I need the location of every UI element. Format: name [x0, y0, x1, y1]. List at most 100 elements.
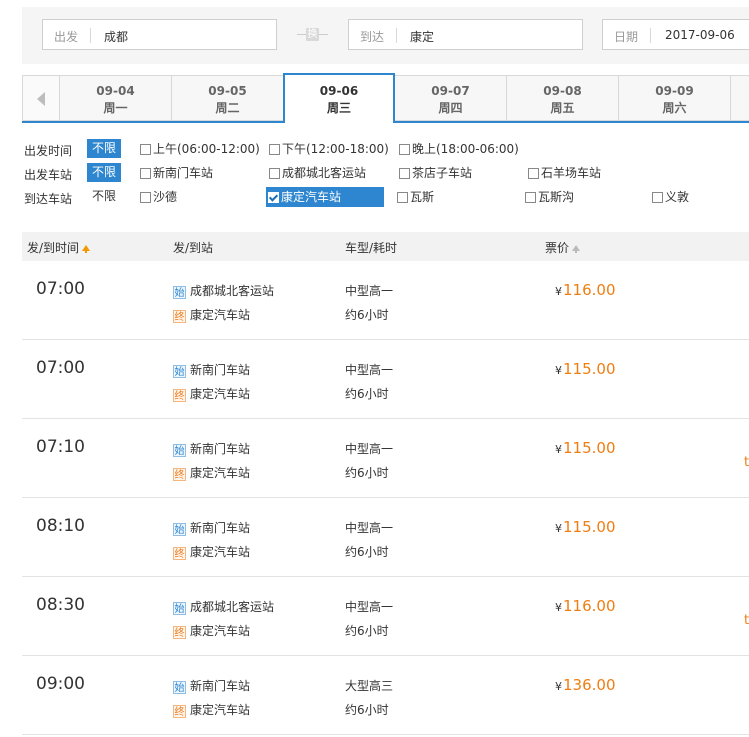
sort-by-time-header[interactable]: 发/到时间 — [27, 239, 91, 256]
prev-dates-button[interactable] — [22, 75, 60, 121]
start-badge-icon: 始 — [173, 602, 186, 615]
bus-type: 中型高一 — [345, 363, 394, 377]
bus-header: 车型/耗时 — [345, 241, 398, 255]
ticket-price: ¥115.00 — [555, 360, 616, 378]
checkbox-icon[interactable] — [397, 192, 408, 203]
filter-option-wasigou[interactable]: 瓦斯沟 — [525, 189, 574, 205]
filter-option-wasi[interactable]: 瓦斯 — [397, 189, 434, 205]
station-name: 新南门车站 — [190, 442, 251, 456]
filter-all-option[interactable]: 不限 — [87, 187, 121, 206]
option-label: 康定汽车站 — [281, 190, 342, 204]
table-row[interactable]: 07:00 始新南门车站终康定汽车站 中型高一 约6小时 ¥115.00 — [22, 340, 749, 419]
tab-weekday: 周一 — [103, 101, 128, 115]
chevron-left-icon — [37, 92, 45, 106]
tab-date: 09-04 — [96, 84, 135, 98]
ticket-price: ¥116.00 — [555, 281, 616, 299]
checkbox-icon[interactable] — [525, 192, 536, 203]
tab-date-0907[interactable]: 09-07 周四 — [395, 75, 507, 121]
search-bar: 出发 成都 换 到达 康定 日期 2017-09-06 — [22, 7, 749, 64]
checkbox-icon[interactable] — [528, 168, 539, 179]
checkbox-icon[interactable] — [140, 192, 151, 203]
checkbox-checked-icon[interactable] — [268, 192, 279, 203]
from-city-field[interactable]: 出发 成都 — [42, 19, 277, 50]
end-badge-icon: 终 — [173, 310, 186, 323]
filter-option-shiyangchang[interactable]: 石羊场车站 — [528, 165, 601, 181]
filter-option-yidun[interactable]: 义敦 — [652, 189, 689, 205]
filter-option-morning[interactable]: 上午(06:00-12:00) — [140, 141, 260, 157]
from-label: 出发 — [54, 30, 79, 44]
date-tabs: 09-04 周一 09-05 周二 09-06 周三 09-07 周四 09-0… — [22, 73, 749, 123]
bus-type: 中型高一 — [345, 600, 394, 614]
tab-weekday: 周二 — [215, 101, 240, 115]
checkbox-icon[interactable] — [140, 144, 151, 155]
filter-option-shade[interactable]: 沙德 — [140, 189, 177, 205]
option-label: 沙德 — [153, 190, 178, 204]
from-station[interactable]: 始新南门车站 — [173, 519, 250, 536]
to-station[interactable]: 终康定汽车站 — [173, 622, 250, 639]
end-badge-icon: 终 — [173, 547, 186, 560]
tab-date-0906[interactable]: 09-06 周三 — [283, 73, 395, 123]
depart-time: 08:10 — [36, 516, 85, 536]
table-row[interactable]: 08:30 始成都城北客运站终康定汽车站 中型高一约6小时 ¥116.00 ti — [22, 577, 749, 656]
filter-option-evening[interactable]: 晚上(18:00-06:00) — [399, 141, 519, 157]
filter-depart-time: 出发时间 不限 上午(06:00-12:00) 下午(12:00-18:00) … — [24, 139, 749, 159]
to-station[interactable]: 终康定汽车站 — [173, 306, 250, 323]
tab-date: 09-07 — [431, 84, 470, 98]
tab-date-0905[interactable]: 09-05 周二 — [172, 75, 284, 121]
swap-cities-button[interactable]: 换 — [297, 28, 328, 42]
to-station[interactable]: 终康定汽车站 — [173, 543, 250, 560]
from-station[interactable]: 始新南门车站 — [173, 677, 250, 694]
tab-date-0904[interactable]: 09-04 周一 — [60, 75, 172, 121]
station-header: 发/到站 — [173, 241, 214, 255]
checkbox-icon[interactable] — [399, 144, 410, 155]
tab-date-0908[interactable]: 09-08 周五 — [507, 75, 619, 121]
filter-label: 出发车站 — [24, 168, 73, 182]
currency-symbol: ¥ — [555, 364, 562, 377]
date-field[interactable]: 日期 2017-09-06 — [602, 19, 749, 50]
start-badge-icon: 始 — [173, 681, 186, 694]
from-station[interactable]: 始成都城北客运站 — [173, 282, 274, 299]
checkbox-icon[interactable] — [269, 168, 280, 179]
filter-label: 到达车站 — [24, 192, 73, 206]
to-city-value[interactable]: 康定 — [410, 28, 434, 45]
filter-all-option[interactable]: 不限 — [87, 139, 121, 158]
from-city-value[interactable]: 成都 — [104, 28, 128, 45]
filter-all-option[interactable]: 不限 — [87, 163, 121, 182]
checkbox-icon[interactable] — [140, 168, 151, 179]
tab-date: 09-05 — [208, 84, 247, 98]
table-row[interactable]: 08:10 始新南门车站终康定汽车站 中型高一 约6小时 ¥115.00 — [22, 498, 749, 577]
price-value: 115.00 — [563, 518, 616, 536]
filter-option-afternoon[interactable]: 下午(12:00-18:00) — [269, 141, 389, 157]
from-station[interactable]: 始新南门车站 — [173, 361, 250, 378]
tab-weekday: 周四 — [438, 101, 463, 115]
divider — [396, 28, 397, 43]
filter-option-chengbei[interactable]: 成都城北客运站 — [269, 165, 366, 181]
depart-time: 07:10 — [36, 437, 85, 457]
table-row[interactable]: 07:00 始成都城北客运站终康定汽车站 中型高一 约6小时 ¥116.00 — [22, 261, 749, 340]
option-label: 义敦 — [665, 190, 690, 204]
checkbox-icon[interactable] — [269, 144, 280, 155]
swap-arrow-left-icon — [297, 34, 306, 35]
checkbox-icon[interactable] — [652, 192, 663, 203]
filter-option-kangding[interactable]: 康定汽车站 — [266, 187, 384, 207]
filter-option-xinnanmen[interactable]: 新南门车站 — [140, 165, 213, 181]
from-station[interactable]: 始成都城北客运站 — [173, 598, 274, 615]
start-badge-icon: 始 — [173, 365, 186, 378]
station-name: 康定汽车站 — [190, 624, 251, 638]
tab-date-next[interactable] — [731, 75, 749, 121]
to-station[interactable]: 终康定汽车站 — [173, 385, 250, 402]
from-station[interactable]: 始新南门车站 — [173, 440, 250, 457]
sort-by-price-header[interactable]: 票价 — [545, 239, 581, 256]
to-station[interactable]: 终康定汽车站 — [173, 464, 250, 481]
filter-option-chadianzi[interactable]: 茶店子车站 — [399, 165, 472, 181]
table-row[interactable]: 09:00 始新南门车站终康定汽车站 大型高三 约6小时 ¥136.00 — [22, 656, 749, 735]
date-value[interactable]: 2017-09-06 — [665, 28, 735, 42]
start-badge-icon: 始 — [173, 523, 186, 536]
to-station[interactable]: 终康定汽车站 — [173, 701, 250, 718]
option-label: 下午(12:00-18:00) — [282, 142, 389, 156]
tab-date-0909[interactable]: 09-09 周六 — [619, 75, 731, 121]
table-row[interactable]: 07:10 始新南门车站终康定汽车站 中型高一约6小时 ¥115.00 ti — [22, 419, 749, 498]
bus-type: 中型高一 — [345, 442, 394, 456]
to-city-field[interactable]: 到达 康定 — [348, 19, 583, 50]
checkbox-icon[interactable] — [399, 168, 410, 179]
